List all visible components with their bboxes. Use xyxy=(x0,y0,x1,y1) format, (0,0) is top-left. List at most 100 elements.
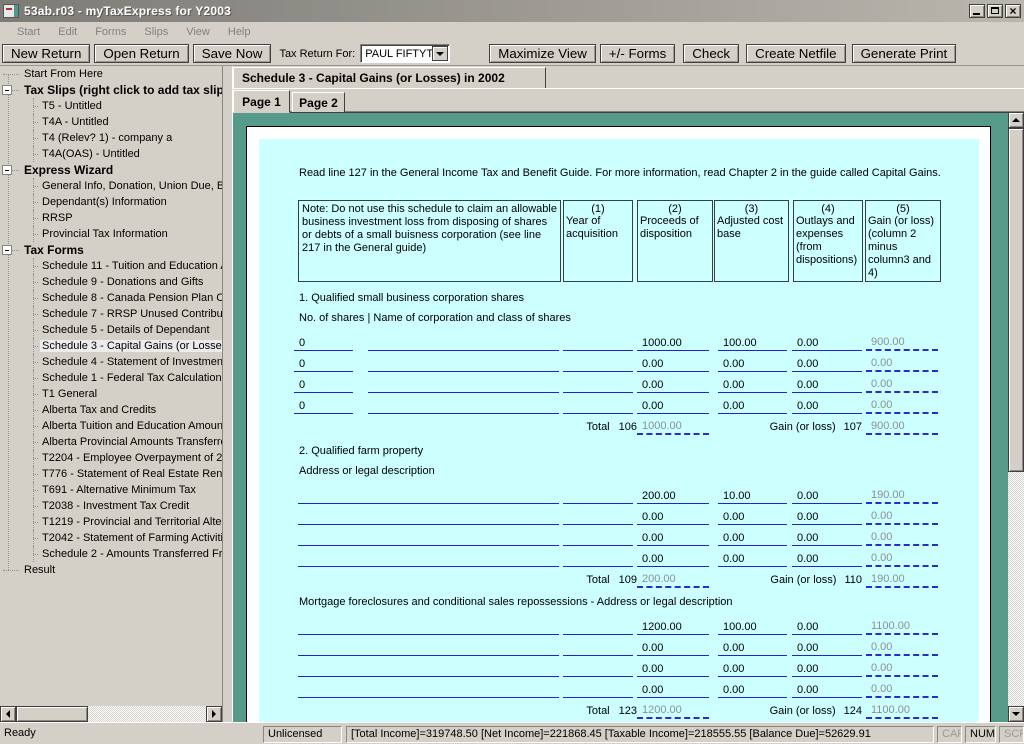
year-field[interactable] xyxy=(563,547,633,567)
address-field[interactable] xyxy=(298,484,559,504)
sidebar-item[interactable]: Schedule 1 - Federal Tax Calculation xyxy=(0,370,222,386)
amount-field[interactable]: 200.00 xyxy=(637,484,709,504)
sidebar-item[interactable]: T1219 - Provincial and Territorial Alter… xyxy=(0,514,222,530)
sidebar-item[interactable]: T2042 - Statement of Farming Activities xyxy=(0,530,222,546)
address-field[interactable] xyxy=(298,678,559,698)
amount-field[interactable]: 0.00 xyxy=(792,547,862,567)
scrollbar-thumb[interactable] xyxy=(1008,128,1024,472)
amount-field[interactable]: 0.00 xyxy=(637,505,709,525)
sidebar-splitter[interactable] xyxy=(222,66,233,722)
sidebar-horizontal-scrollbar[interactable] xyxy=(0,706,222,722)
year-field[interactable] xyxy=(563,394,633,414)
sidebar-item[interactable]: T1 General xyxy=(0,386,222,402)
scrollbar-thumb[interactable] xyxy=(16,706,88,722)
combo-dropdown-button[interactable] xyxy=(432,46,448,61)
scroll-up-button[interactable] xyxy=(1008,112,1024,128)
amount-field[interactable]: 0.00 xyxy=(718,394,787,414)
sidebar-item[interactable]: Alberta Tax and Credits xyxy=(0,402,222,418)
amount-field[interactable]: 0.00 xyxy=(718,547,787,567)
amount-field[interactable]: 0.00 xyxy=(718,373,787,393)
amount-field[interactable]: 0.00 xyxy=(637,526,709,546)
tree-expander-icon[interactable] xyxy=(2,245,12,255)
menu-item-start[interactable]: Start xyxy=(8,24,49,40)
shares-count-field[interactable]: 0 xyxy=(294,373,353,393)
sidebar-item[interactable]: Alberta Tuition and Education Amounts xyxy=(0,418,222,434)
amount-field[interactable]: 0.00 xyxy=(718,678,787,698)
amount-field[interactable]: 0.00 xyxy=(637,678,709,698)
corporation-name-field[interactable] xyxy=(368,331,559,351)
maximize-view-button[interactable]: Maximize View xyxy=(489,44,596,63)
year-field[interactable] xyxy=(563,373,633,393)
close-button[interactable]: × xyxy=(1005,4,1021,18)
vertical-scrollbar[interactable] xyxy=(1008,112,1024,722)
sidebar-item[interactable]: Express Wizard xyxy=(0,162,222,178)
year-field[interactable] xyxy=(563,678,633,698)
amount-field[interactable]: 0.00 xyxy=(792,636,862,656)
sidebar-item[interactable]: Alberta Provincial Amounts Transferred xyxy=(0,434,222,450)
sidebar-item[interactable]: Schedule 7 - RRSP Unused Contribution xyxy=(0,306,222,322)
amount-field[interactable]: 0.00 xyxy=(637,373,709,393)
amount-field[interactable]: 0.00 xyxy=(718,352,787,372)
year-field[interactable] xyxy=(563,505,633,525)
shares-count-field[interactable]: 0 xyxy=(294,352,353,372)
sidebar-item[interactable]: Start From Here xyxy=(0,66,222,82)
amount-field[interactable]: 100.00 xyxy=(718,331,787,351)
shares-count-field[interactable]: 0 xyxy=(294,394,353,414)
amount-field[interactable]: 0.00 xyxy=(637,547,709,567)
save-now-button[interactable]: Save Now xyxy=(193,44,272,63)
sidebar-item[interactable]: T4 (Relev? 1) - company a xyxy=(0,130,222,146)
amount-field[interactable]: 0.00 xyxy=(792,484,862,504)
amount-field[interactable]: 1000.00 xyxy=(637,331,709,351)
sidebar-item[interactable]: Provincial Tax Information xyxy=(0,226,222,242)
address-field[interactable] xyxy=(298,657,559,677)
sidebar-item[interactable]: Schedule 4 - Statement of Investment xyxy=(0,354,222,370)
year-field[interactable] xyxy=(563,331,633,351)
amount-field[interactable]: 0.00 xyxy=(792,352,862,372)
shares-count-field[interactable]: 0 xyxy=(294,331,353,351)
sidebar-item[interactable]: T2204 - Employee Overpayment of 200 xyxy=(0,450,222,466)
year-field[interactable] xyxy=(563,657,633,677)
amount-field[interactable]: 10.00 xyxy=(718,484,787,504)
generate-print-button[interactable]: Generate Print xyxy=(852,44,957,63)
menu-item-slips[interactable]: Slips xyxy=(135,24,177,40)
menu-item-view[interactable]: View xyxy=(177,24,219,40)
sidebar-item[interactable]: Tax Slips (right click to add tax slips) xyxy=(0,82,222,98)
check-button[interactable]: Check xyxy=(683,44,739,63)
sidebar-item[interactable]: T2038 - Investment Tax Credit xyxy=(0,498,222,514)
amount-field[interactable]: 0.00 xyxy=(718,636,787,656)
plus-minus-forms-button[interactable]: +/- Forms xyxy=(600,44,675,63)
amount-field[interactable]: 0.00 xyxy=(792,615,862,635)
scroll-right-button[interactable] xyxy=(206,706,222,722)
amount-field[interactable]: 0.00 xyxy=(792,373,862,393)
menu-item-forms[interactable]: Forms xyxy=(86,24,135,40)
amount-field[interactable]: 0.00 xyxy=(718,505,787,525)
menu-item-help[interactable]: Help xyxy=(219,24,260,40)
menu-item-edit[interactable]: Edit xyxy=(49,24,86,40)
scroll-left-button[interactable] xyxy=(0,706,16,722)
address-field[interactable] xyxy=(298,636,559,656)
tree-expander-icon[interactable] xyxy=(2,165,12,175)
amount-field[interactable]: 0.00 xyxy=(792,394,862,414)
corporation-name-field[interactable] xyxy=(368,373,559,393)
sidebar-item[interactable]: T4A(OAS) - Untitled xyxy=(0,146,222,162)
sidebar-item[interactable]: Schedule 9 - Donations and Gifts xyxy=(0,274,222,290)
amount-field[interactable]: 1200.00 xyxy=(637,615,709,635)
year-field[interactable] xyxy=(563,636,633,656)
sidebar-item[interactable]: Schedule 5 - Details of Dependant xyxy=(0,322,222,338)
address-field[interactable] xyxy=(298,505,559,525)
amount-field[interactable]: 100.00 xyxy=(718,615,787,635)
restore-button[interactable] xyxy=(987,4,1003,18)
sidebar-item[interactable]: Schedule 11 - Tuition and Education Am xyxy=(0,258,222,274)
year-field[interactable] xyxy=(563,352,633,372)
corporation-name-field[interactable] xyxy=(368,394,559,414)
minimize-button[interactable] xyxy=(969,4,985,18)
amount-field[interactable]: 0.00 xyxy=(718,657,787,677)
sidebar-item[interactable]: Dependant(s) Information xyxy=(0,194,222,210)
sidebar-item[interactable]: Result xyxy=(0,562,222,578)
address-field[interactable] xyxy=(298,547,559,567)
amount-field[interactable]: 0.00 xyxy=(792,678,862,698)
open-return-button[interactable]: Open Return xyxy=(94,44,188,63)
amount-field[interactable]: 0.00 xyxy=(637,394,709,414)
sidebar-item[interactable]: Tax Forms xyxy=(0,242,222,258)
corporation-name-field[interactable] xyxy=(368,352,559,372)
